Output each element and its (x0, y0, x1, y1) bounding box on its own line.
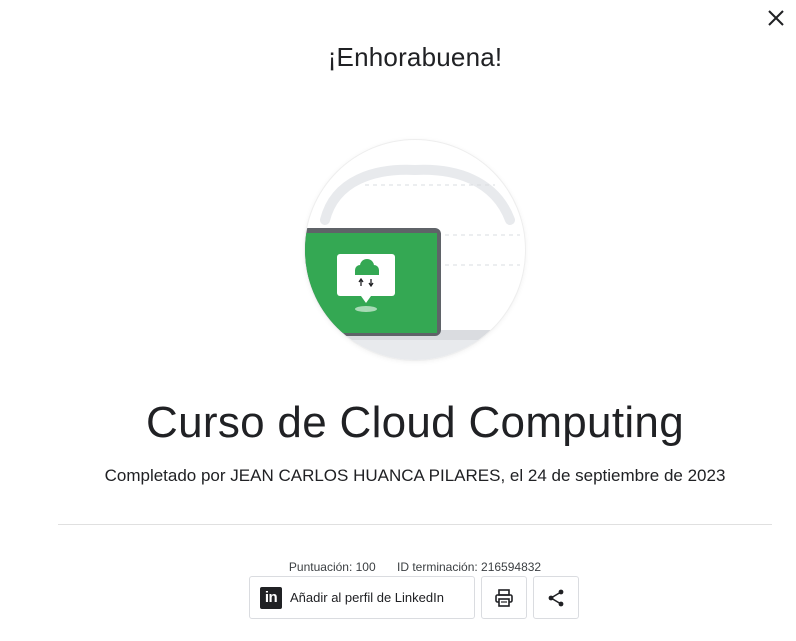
score-text: Puntuación: 100 (288, 560, 376, 574)
linkedin-icon: in (260, 586, 282, 609)
linkedin-button-label: Añadir al perfil de LinkedIn (290, 590, 444, 605)
print-button[interactable] (481, 576, 527, 619)
completion-text: Completado por JEAN CARLOS HUANCA PILARE… (104, 466, 726, 485)
action-buttons: in Añadir al perfil de LinkedIn (249, 576, 579, 619)
share-icon (548, 589, 564, 606)
congratulations-heading: ¡Enhorabuena! (327, 42, 503, 72)
share-button[interactable] (533, 576, 579, 619)
cloud-outline-shape (320, 164, 515, 225)
close-button[interactable] (762, 4, 790, 32)
add-to-linkedin-button[interactable]: in Añadir al perfil de LinkedIn (249, 576, 475, 619)
course-title: Curso de Cloud Computing (146, 398, 684, 447)
close-icon (768, 10, 784, 26)
divider (58, 524, 772, 525)
completion-meta: Puntuación: 100 ID terminación: 21659483… (0, 560, 796, 574)
course-badge-image (305, 140, 525, 360)
completion-id-text: ID terminación: 216594832 (397, 560, 542, 574)
printer-icon (495, 588, 513, 607)
